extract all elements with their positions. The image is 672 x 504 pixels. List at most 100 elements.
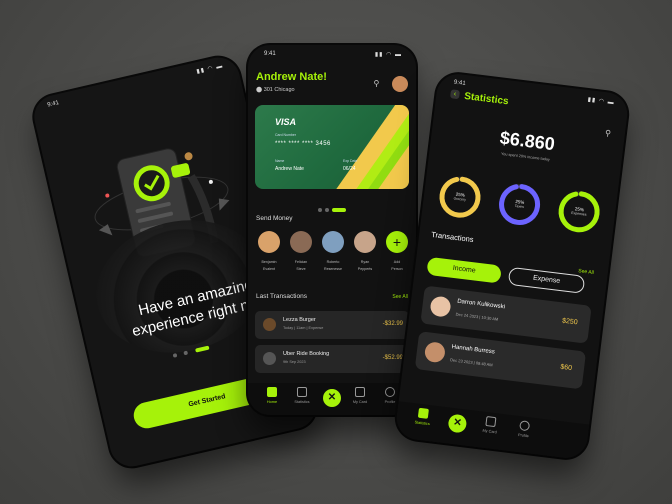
- card-number: **** **** **** 3456: [275, 141, 331, 147]
- contact[interactable]: Benjamin Evalent: [254, 231, 284, 272]
- card-exp-label: Exp Date: [343, 159, 358, 163]
- nav-my-card[interactable]: My Card: [348, 387, 372, 404]
- person-name: Darron Kulikowski: [456, 298, 506, 311]
- status-time: 9:41: [264, 51, 276, 57]
- contact-first: Felician: [294, 260, 308, 264]
- transaction-date: Dec 24 2023 | 10:30 AM: [455, 311, 499, 322]
- ring-text: 25% Grocery: [435, 173, 484, 222]
- nav-label: Profile: [384, 400, 396, 404]
- burger-icon: [263, 318, 276, 331]
- contact[interactable]: Roberto Resenesse: [318, 231, 348, 272]
- ring-taxes: 25% Taxes: [495, 180, 544, 229]
- avatar: [290, 231, 312, 253]
- send-money-title: Send Money: [256, 215, 293, 222]
- nav-statistics[interactable]: Statistics: [410, 407, 436, 427]
- card-holder-name: Andrew Nate: [275, 166, 304, 172]
- contact-first: Ryan: [360, 260, 370, 264]
- contact-last: Resenesse: [324, 267, 342, 271]
- transaction-title: Lezza Burger: [283, 317, 316, 323]
- ring-text: 25% Taxes: [495, 180, 544, 229]
- ring-expenses: 25% Expenses: [555, 187, 604, 236]
- contact-last: Evalent: [263, 267, 275, 271]
- transaction-sub: Today | 11am | Expense: [283, 326, 324, 330]
- status-time: 9:41: [453, 79, 466, 87]
- notification-bell-icon[interactable]: ⚲: [605, 128, 612, 138]
- nav-label: Home: [266, 400, 278, 404]
- card-brand: VISA: [275, 117, 297, 127]
- card-exp: 06/24: [343, 166, 356, 172]
- transaction-date: Dec 23 2023 | 08:48 AM: [449, 357, 493, 368]
- visa-card[interactable]: VISA Card Number **** **** **** 3456 Nam…: [255, 105, 409, 189]
- nav-label: My Card: [482, 428, 498, 435]
- contact-last: Pepperts: [357, 267, 373, 271]
- avatar: [322, 231, 344, 253]
- nav-statistics[interactable]: Statistics: [290, 387, 314, 404]
- home-icon: [267, 387, 277, 397]
- nav-label: My Card: [352, 400, 368, 404]
- status-icons: ▮▮ ◠ ▬: [196, 63, 224, 76]
- page-dot-active: [332, 207, 346, 212]
- page-dot-active: [194, 345, 210, 353]
- location-pin-icon: ⬤: [256, 87, 264, 93]
- card-indicator: [318, 201, 349, 219]
- contact-first: Roberto: [326, 260, 340, 264]
- contact-last: Person: [391, 267, 403, 271]
- back-arrow-icon[interactable]: ‹: [449, 89, 461, 100]
- last-transactions-title: Last Transactions: [256, 293, 307, 300]
- nav-my-card[interactable]: My Card: [478, 415, 504, 435]
- status-time: 9:41: [46, 100, 60, 109]
- card-icon: [485, 416, 497, 428]
- location: ⬤ 301 Chicago: [256, 87, 295, 93]
- status-bar: 9:41 ▮▮ ◠ ▬: [31, 59, 238, 116]
- see-all-link[interactable]: See All: [578, 268, 594, 276]
- status-icons: ▮▮ ◠ ▬: [587, 96, 615, 107]
- home-phone: 9:41 ▮▮ ◠ ▬ Andrew Nate! ⬤ 301 Chicago ⚲…: [248, 45, 416, 415]
- user-name: Andrew Nate!: [256, 71, 327, 83]
- transaction-amount: $60: [559, 363, 573, 373]
- card-icon: [355, 387, 365, 397]
- contact[interactable]: Ryan Pepperts: [350, 231, 380, 272]
- avatar: [423, 341, 447, 364]
- status-icons: ▮▮ ◠ ▬: [374, 52, 402, 58]
- chart-icon: [417, 407, 429, 419]
- statistics-phone: 9:41 ▮▮ ◠ ▬ ‹ Statistics ⚲ $6.860 You sp…: [394, 71, 630, 461]
- tab-expense[interactable]: Expense: [507, 266, 586, 294]
- contacts-row: Benjamin Evalent Felician Steve Roberto …: [254, 231, 412, 271]
- contact-first: Add: [393, 260, 401, 264]
- add-person-icon[interactable]: +: [386, 231, 408, 253]
- car-icon: [263, 352, 276, 365]
- nav-label: Statistics: [294, 400, 310, 404]
- person-name: Hannah Burress: [451, 344, 496, 356]
- contact-first: Benjamin: [261, 260, 277, 264]
- profile-icon: [385, 387, 395, 397]
- contact-last: Steve: [296, 267, 306, 271]
- chart-icon: [297, 387, 307, 397]
- card-name-label: Name: [275, 159, 285, 163]
- notification-bell-icon[interactable]: ⚲: [374, 79, 384, 89]
- transaction-row[interactable]: Lezza Burger Today | 11am | Expense -$32…: [255, 311, 409, 339]
- transaction-amount: $250: [561, 317, 578, 327]
- avatar[interactable]: [392, 75, 408, 92]
- bottom-nav: Home Statistics ✕ My Card Profile: [248, 383, 416, 415]
- tab-income[interactable]: Income: [426, 256, 502, 284]
- see-all-link[interactable]: See All: [392, 294, 408, 300]
- avatar: [429, 295, 452, 318]
- transaction-row[interactable]: Uber Ride Booking 9th Sep 2023 -$52.99: [255, 345, 409, 373]
- nav-label: Statistics: [414, 420, 430, 427]
- header-actions: ⚲: [374, 75, 408, 93]
- transaction-amount: -$52.99: [382, 355, 403, 361]
- avatar: [354, 231, 376, 253]
- avatar: [258, 231, 280, 253]
- nav-profile[interactable]: Profile: [511, 419, 537, 439]
- ring-text: 25% Expenses: [555, 187, 604, 236]
- page-dot: [318, 207, 322, 212]
- scan-button[interactable]: ✕: [323, 389, 341, 407]
- profile-icon: [519, 420, 531, 432]
- contact[interactable]: Felician Steve: [286, 231, 316, 272]
- status-bar: 9:41 ▮▮ ◠ ▬: [248, 51, 416, 61]
- scan-button[interactable]: ✕: [447, 413, 468, 434]
- nav-home[interactable]: Home: [260, 387, 284, 404]
- transaction-sub: 9th Sep 2023: [283, 360, 306, 364]
- page-dot: [325, 207, 329, 212]
- add-person[interactable]: + Add Person: [382, 231, 412, 272]
